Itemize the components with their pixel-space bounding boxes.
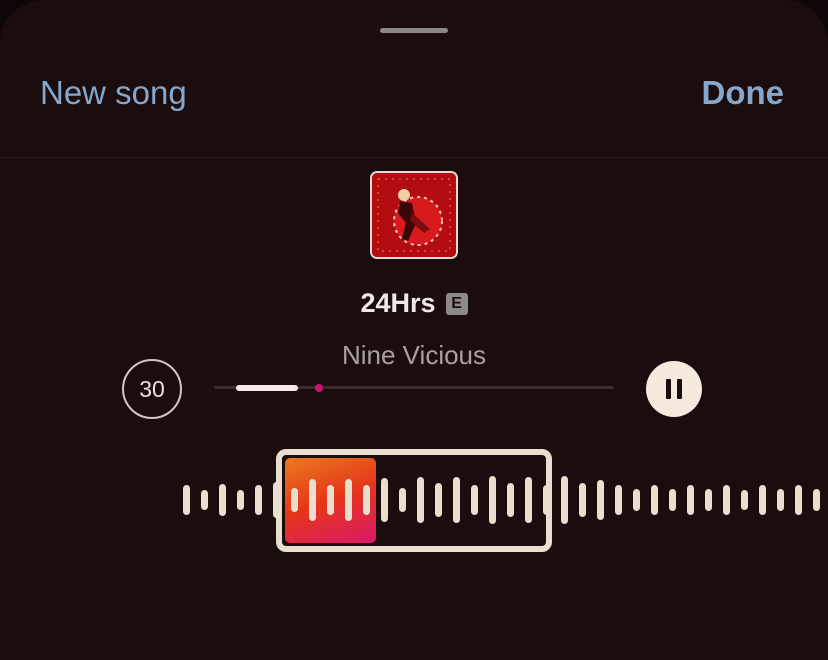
waveform-bar [525, 477, 532, 523]
track-title-row: 24Hrs E [0, 288, 828, 319]
waveform-bar [741, 490, 748, 510]
waveform-bar [561, 476, 568, 524]
waveform-bar [237, 490, 244, 510]
album-art [370, 171, 458, 259]
music-picker-sheet: New song Done 24Hrs E Nine Vicious 30 [0, 0, 828, 660]
waveform-bar [399, 488, 406, 512]
waveform-bar [345, 479, 352, 521]
waveform-bar [795, 485, 802, 515]
waveform-bar [435, 483, 442, 517]
waveform-bar [363, 485, 370, 515]
sheet-grabber[interactable] [380, 28, 448, 33]
new-song-button[interactable]: New song [40, 74, 187, 112]
waveform-bar [201, 490, 208, 510]
waveform-bar [651, 485, 658, 515]
explicit-icon: E [445, 292, 468, 315]
track-title: 24Hrs [360, 288, 436, 318]
waveform-bar [723, 485, 730, 515]
waveform-bar [507, 483, 514, 517]
pause-button[interactable] [646, 361, 702, 417]
waveform-bar [687, 485, 694, 515]
waveform-bar [777, 489, 784, 511]
album-art-image [372, 173, 456, 257]
waveform-bar [381, 478, 388, 522]
waveform-bar [759, 485, 766, 515]
waveform-bar [273, 482, 280, 518]
waveform-bar [669, 489, 676, 511]
waveform-bar [291, 488, 298, 512]
waveform-bar [489, 476, 496, 524]
waveform-bar [705, 489, 712, 511]
header-divider [0, 157, 828, 158]
waveform-bar [255, 485, 262, 515]
playback-progress-fill [236, 385, 298, 391]
waveform-bar [615, 485, 622, 515]
waveform-bar [417, 477, 424, 523]
waveform-bar [579, 483, 586, 517]
waveform-bar [597, 480, 604, 520]
done-button[interactable]: Done [702, 74, 785, 112]
waveform-bar [453, 477, 460, 523]
waveform-bar [471, 485, 478, 515]
waveform-bar [309, 479, 316, 521]
waveform-bar [813, 489, 820, 511]
waveform-bar [543, 485, 550, 515]
artist-name: Nine Vicious [341, 340, 487, 370]
playback-progress-thumb[interactable] [315, 384, 323, 392]
waveform-bar [219, 484, 226, 516]
waveform-bar [633, 489, 640, 511]
audio-waveform[interactable] [0, 470, 828, 530]
clip-duration-button[interactable]: 30 [122, 359, 182, 419]
waveform-bar [183, 485, 190, 515]
waveform-bar [327, 485, 334, 515]
